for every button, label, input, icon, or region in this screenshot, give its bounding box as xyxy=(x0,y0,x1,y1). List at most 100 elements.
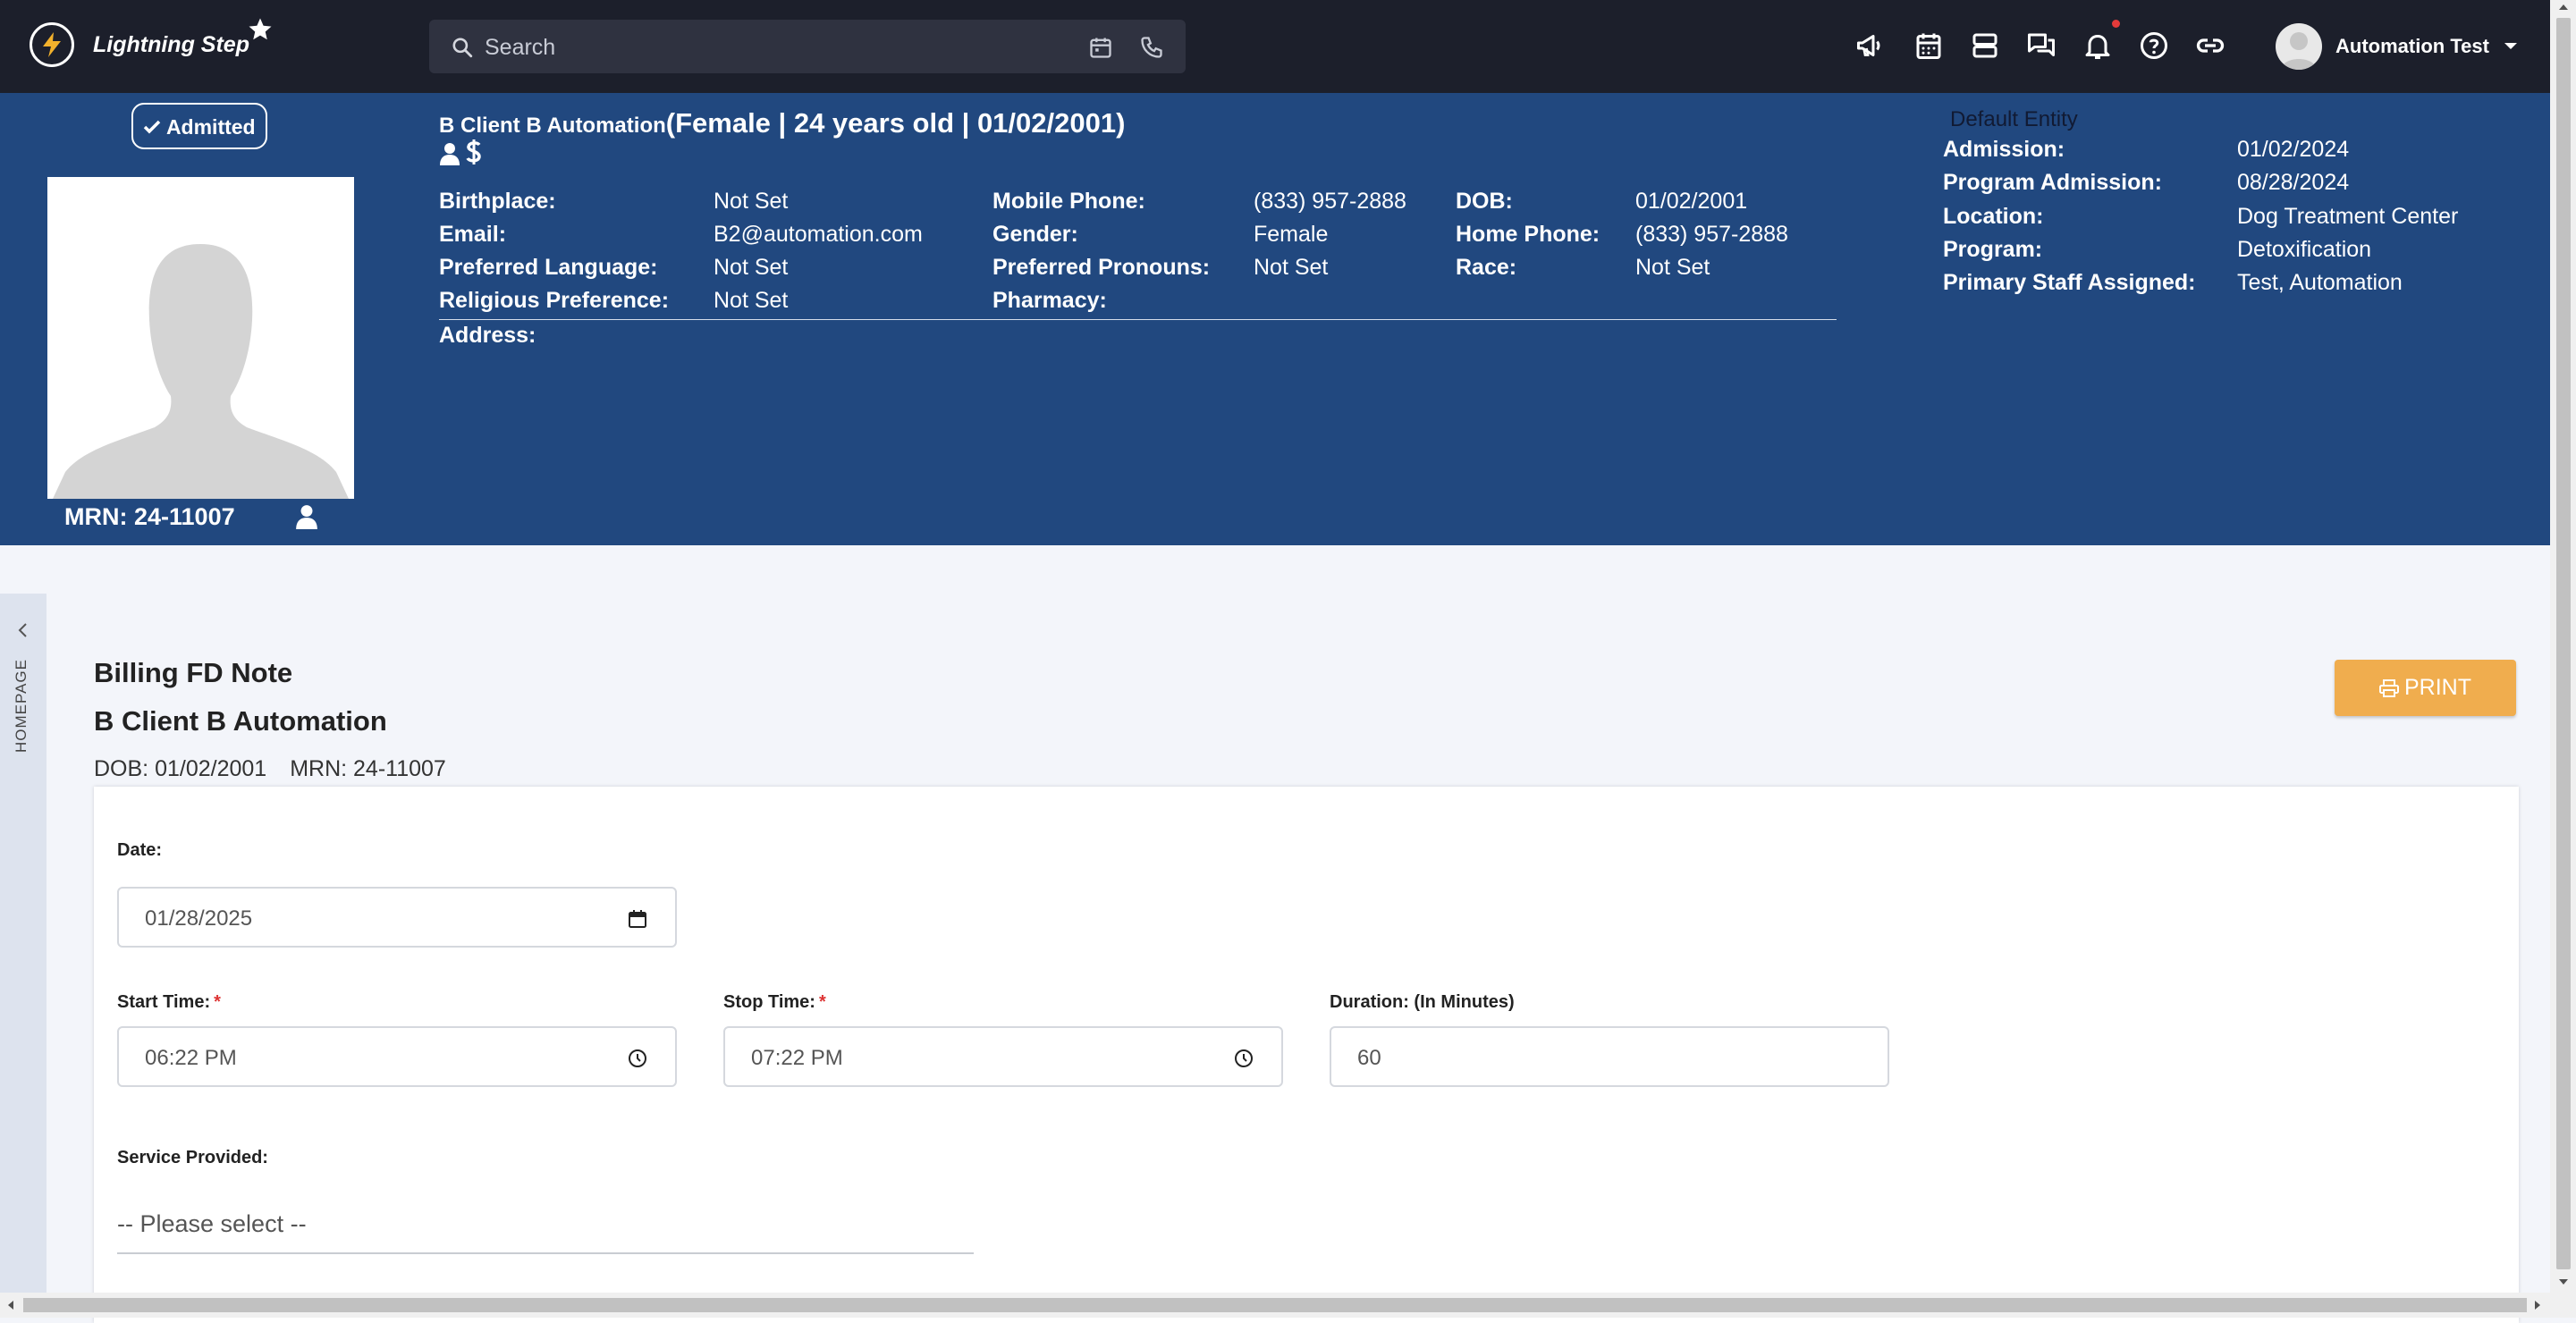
chevron-left-icon[interactable] xyxy=(17,622,28,638)
patient-photo-placeholder xyxy=(47,177,354,499)
dollar-icon[interactable] xyxy=(464,138,484,166)
pharmacy-label: Pharmacy: xyxy=(992,288,1107,313)
start-time-label: Start Time: * xyxy=(117,992,221,1012)
date-value: 01/28/2025 xyxy=(145,906,253,931)
clock-icon[interactable] xyxy=(1233,1048,1254,1069)
stop-time-label: Stop Time: * xyxy=(723,992,826,1012)
home-phone-value: (833) 957-2888 xyxy=(1635,222,1788,247)
brand-name[interactable]: Lightning Step xyxy=(93,32,249,58)
primary-staff-value: Test, Automation xyxy=(2237,270,2403,295)
program-admission-label: Program Admission: xyxy=(1943,170,2162,195)
note-dob: DOB: 01/02/2001 xyxy=(94,756,267,781)
birthplace-label: Birthplace: xyxy=(439,189,556,214)
horizontal-scrollbar[interactable] xyxy=(0,1293,2576,1318)
chevron-down-icon[interactable] xyxy=(2504,42,2518,51)
scroll-down-icon[interactable] xyxy=(2558,1278,2569,1285)
check-icon xyxy=(144,120,161,134)
mobile-phone-label: Mobile Phone: xyxy=(992,189,1145,214)
admitted-status-badge[interactable]: Admitted xyxy=(131,103,267,149)
gender-label: Gender: xyxy=(992,222,1078,247)
note-form-card: Date: 01/28/2025 Start Time: * 06:22 PM S… xyxy=(94,787,2519,1323)
duration-input[interactable]: 60 xyxy=(1330,1026,1889,1087)
vertical-scroll-thumb[interactable] xyxy=(2556,18,2571,1269)
race-label: Race: xyxy=(1456,255,1517,280)
search-icon xyxy=(452,38,473,58)
location-value: Dog Treatment Center xyxy=(2237,204,2459,229)
vertical-scrollbar[interactable] xyxy=(2550,0,2576,1293)
religious-preference-label: Religious Preference: xyxy=(439,288,670,313)
search-input[interactable] xyxy=(483,30,1023,64)
server-icon[interactable] xyxy=(1969,29,2001,62)
race-value: Not Set xyxy=(1635,255,1710,280)
star-icon[interactable] xyxy=(247,16,274,43)
preferred-pronouns-value: Not Set xyxy=(1254,255,1329,280)
clock-icon[interactable] xyxy=(627,1048,648,1069)
top-navbar: Lightning Step Automation Test xyxy=(0,0,2550,93)
gender-value: Female xyxy=(1254,222,1329,247)
program-value: Detoxification xyxy=(2237,237,2372,262)
stop-time-input[interactable]: 07:22 PM xyxy=(723,1026,1283,1087)
calendar-icon[interactable] xyxy=(1913,29,1945,62)
program-label: Program: xyxy=(1943,237,2043,262)
preferred-language-value: Not Set xyxy=(714,255,789,280)
help-icon[interactable] xyxy=(2138,29,2170,62)
bell-icon[interactable] xyxy=(2082,29,2114,62)
patient-name-text: B Client B Automation xyxy=(439,114,666,138)
user-avatar[interactable] xyxy=(2276,23,2322,70)
scroll-right-icon[interactable] xyxy=(2534,1300,2541,1310)
date-label: Date: xyxy=(117,840,163,860)
note-title: Billing FD Note xyxy=(94,657,293,688)
birthplace-value: Not Set xyxy=(714,189,789,214)
program-admission-value: 08/28/2024 xyxy=(2237,170,2350,195)
preferred-pronouns-label: Preferred Pronouns: xyxy=(992,255,1211,280)
note-client-name: B Client B Automation xyxy=(94,705,387,737)
service-provided-select[interactable]: -- Please select -- xyxy=(117,1199,974,1254)
date-input[interactable]: 01/28/2025 xyxy=(117,887,677,948)
horizontal-scroll-thumb[interactable] xyxy=(23,1298,2527,1312)
start-time-input[interactable]: 06:22 PM xyxy=(117,1026,677,1087)
info-divider xyxy=(439,319,1837,320)
patient-banner: Admitted MRN: 24-11007 B Client B Automa… xyxy=(0,93,2550,545)
dob-value: 01/02/2001 xyxy=(1635,189,1748,214)
duration-label: Duration: (In Minutes) xyxy=(1330,992,1515,1012)
note-mrn: MRN: 24-11007 xyxy=(290,756,446,781)
print-button[interactable]: PRINT xyxy=(2335,660,2516,716)
home-phone-label: Home Phone: xyxy=(1456,222,1600,247)
phone-icon[interactable] xyxy=(1139,35,1164,60)
chat-icon[interactable] xyxy=(2025,29,2057,62)
start-time-value: 06:22 PM xyxy=(145,1046,237,1070)
preferred-language-label: Preferred Language: xyxy=(439,255,658,280)
entity-name: Default Entity xyxy=(1950,107,2078,131)
religious-preference-value: Not Set xyxy=(714,288,789,313)
email-label: Email: xyxy=(439,222,507,247)
person-icon[interactable] xyxy=(439,141,460,166)
duration-value: 60 xyxy=(1357,1046,1381,1070)
calendar-icon[interactable] xyxy=(627,908,648,930)
note-client-meta: DOB: 01/02/2001 MRN: 24-11007 xyxy=(94,756,446,782)
location-label: Location: xyxy=(1943,204,2044,229)
user-name[interactable]: Automation Test xyxy=(2335,35,2489,58)
person-icon[interactable] xyxy=(295,504,318,529)
patient-name: B Client B Automation(Female | 24 years … xyxy=(439,107,1125,139)
dob-label: DOB: xyxy=(1456,189,1513,214)
scroll-up-icon[interactable] xyxy=(2558,4,2569,11)
service-provided-placeholder: -- Please select -- xyxy=(117,1210,307,1237)
calendar-search-icon[interactable] xyxy=(1088,35,1113,60)
address-label: Address: xyxy=(439,323,536,348)
lightning-logo-icon[interactable] xyxy=(30,22,74,67)
homepage-tab-label[interactable]: HOMEPAGE xyxy=(13,659,30,753)
global-search xyxy=(429,20,1186,73)
link-icon[interactable] xyxy=(2194,29,2226,62)
megaphone-icon[interactable] xyxy=(1854,29,1887,62)
mobile-phone-value: (833) 957-2888 xyxy=(1254,189,1406,214)
printer-icon xyxy=(2379,679,2399,697)
notification-dot xyxy=(2112,20,2120,28)
scroll-left-icon[interactable] xyxy=(7,1300,14,1310)
patient-quick-icons xyxy=(439,138,484,171)
patient-summary: (Female | 24 years old | 01/02/2001) xyxy=(665,107,1126,139)
primary-staff-label: Primary Staff Assigned: xyxy=(1943,270,2196,295)
admission-value: 01/02/2024 xyxy=(2237,137,2350,162)
service-provided-label: Service Provided: xyxy=(117,1148,268,1167)
stop-time-value: 07:22 PM xyxy=(751,1046,843,1070)
mrn-label: MRN: 24-11007 xyxy=(64,503,235,530)
